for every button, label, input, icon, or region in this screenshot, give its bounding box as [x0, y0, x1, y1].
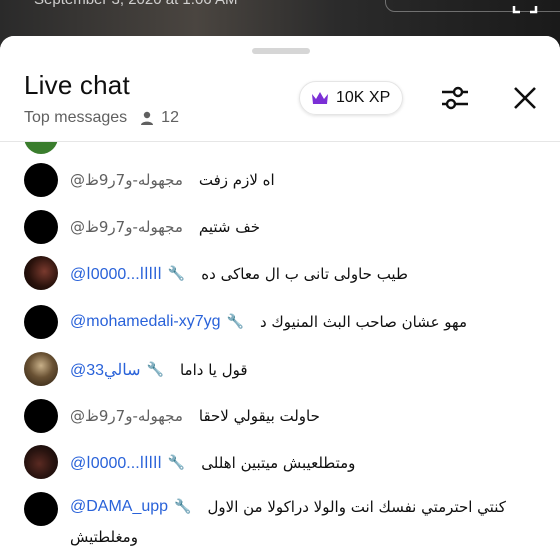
person-icon — [141, 111, 154, 125]
message-text-continued: ومغلطتيش — [70, 528, 138, 546]
chat-title: Live chat — [24, 70, 130, 100]
message-author[interactable]: @مجهوله-و7ر9ظ — [70, 218, 183, 236]
message-text: اه لازم زفت — [198, 171, 275, 189]
moderator-wrench-icon: 🔧 — [167, 266, 186, 282]
message-text: حاولت بيقولي لاحقا — [198, 407, 320, 425]
message-text: طيب حاولى تانى ب ال معاكى ده — [201, 265, 408, 283]
avatar[interactable] — [24, 256, 58, 290]
xp-button[interactable]: 10K XP — [299, 81, 403, 115]
moderator-wrench-icon: 🔧 — [167, 455, 186, 471]
message-author[interactable]: @DAMA_upp — [70, 498, 168, 516]
message-author[interactable]: @سالي33 — [70, 360, 141, 380]
video-date: September 3, 2020 at 1:06 AM — [34, 0, 237, 8]
avatar[interactable] — [24, 445, 58, 479]
chat-mode-label: Top messages — [24, 109, 128, 126]
drag-handle[interactable] — [252, 48, 310, 54]
avatar[interactable] — [24, 305, 58, 339]
chat-message-list[interactable]: @مجهوله-و7ر9ظ اه لازم زفت @مجهوله-و7ر9ظ … — [0, 120, 560, 560]
message-text: خف شتيم — [198, 218, 261, 236]
message-author[interactable]: @مجهوله-و7ر9ظ — [70, 407, 183, 425]
message-text: كنتي احترمتي نفسك انت والولا دراكولا من … — [207, 498, 506, 516]
filter-settings-icon[interactable] — [438, 81, 472, 115]
moderator-wrench-icon: 🔧 — [146, 362, 164, 378]
avatar[interactable] — [24, 399, 58, 433]
viewer-count-value: 12 — [161, 109, 179, 126]
avatar[interactable] — [24, 492, 58, 526]
message-text: قول يا داما — [179, 361, 248, 379]
avatar[interactable] — [24, 352, 58, 386]
chat-mode-selector[interactable]: Top messages 12 — [24, 109, 179, 127]
message-author[interactable]: @مجهوله-و7ر9ظ — [70, 171, 183, 189]
message-author[interactable]: @ﺍﺍﺍﺍﺍ...0000ﺍ — [70, 264, 162, 284]
fullscreen-icon[interactable] — [512, 0, 538, 14]
crown-icon — [312, 92, 328, 104]
xp-label: 10K XP — [336, 89, 391, 106]
chat-header: Live chat Top messages 12 10K XP — [0, 36, 560, 142]
live-chat-sheet: Live chat Top messages 12 10K XP @مجهوله… — [0, 36, 560, 560]
moderator-wrench-icon: 🔧 — [226, 314, 244, 330]
message-text: مهو عشان صاحب البث المنيوك د — [259, 313, 467, 331]
message-author[interactable]: @mohamedali-xy7yg — [70, 313, 221, 331]
avatar[interactable] — [24, 163, 58, 197]
moderator-wrench-icon: 🔧 — [174, 499, 192, 515]
close-icon[interactable] — [511, 84, 539, 112]
viewer-count: 12 — [139, 109, 179, 127]
avatar[interactable] — [24, 210, 58, 244]
message-text: ومتطلعيبش ميتبين اهللى — [201, 454, 356, 472]
message-author[interactable]: @ﺍﺍﺍﺍﺍ...0000ﺍ — [70, 453, 162, 473]
